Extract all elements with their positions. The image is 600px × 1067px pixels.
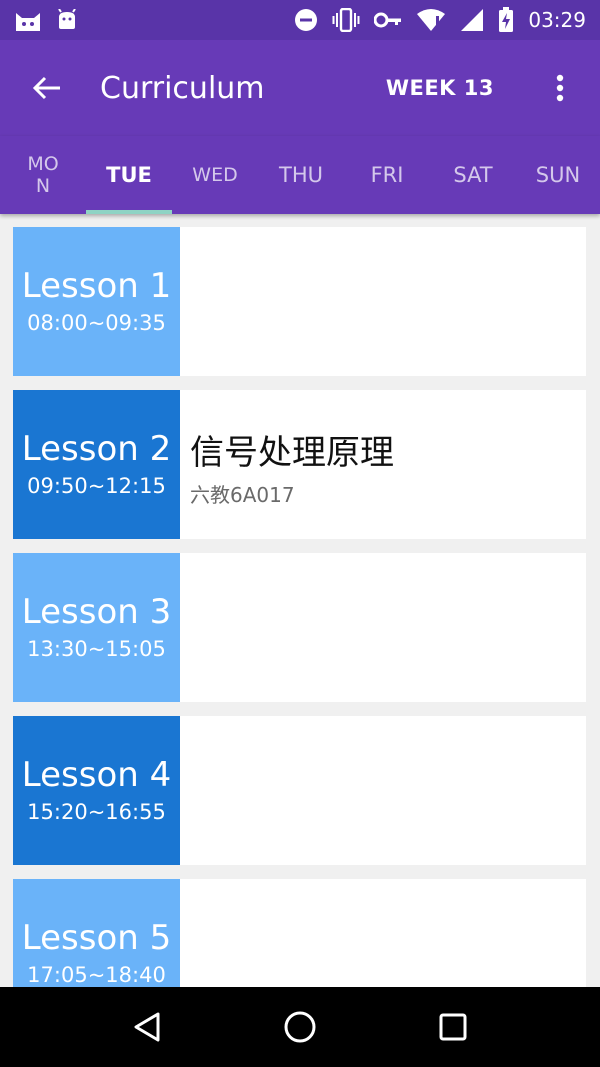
do-not-disturb-icon bbox=[294, 8, 318, 32]
day-tabs: MON TUE WED THU FRI SAT SUN bbox=[0, 136, 600, 214]
lesson-time: 15:20~16:55 bbox=[27, 799, 166, 824]
nav-recents-square-icon bbox=[439, 1013, 467, 1041]
lesson-card-3[interactable]: Lesson 3 13:30~15:05 bbox=[13, 553, 586, 702]
page-title: Curriculum bbox=[100, 70, 265, 106]
back-button[interactable] bbox=[0, 40, 94, 136]
lesson-name: Lesson 4 bbox=[21, 754, 172, 795]
signal-icon bbox=[460, 8, 484, 32]
course-room: 六教6A017 bbox=[190, 483, 295, 507]
lesson-card-2[interactable]: Lesson 2 09:50~12:15 信号处理原理 六教6A017 bbox=[13, 390, 586, 539]
nav-recents-button[interactable] bbox=[423, 997, 483, 1057]
lesson-name: Lesson 5 bbox=[21, 917, 172, 958]
lesson-time: 13:30~15:05 bbox=[27, 636, 166, 661]
lesson-header: Lesson 4 15:20~16:55 bbox=[13, 716, 180, 865]
lesson-body[interactable] bbox=[180, 879, 586, 987]
tab-mon[interactable]: MON bbox=[0, 136, 86, 214]
lesson-header: Lesson 3 13:30~15:05 bbox=[13, 553, 180, 702]
lesson-card-4[interactable]: Lesson 4 15:20~16:55 bbox=[13, 716, 586, 865]
vibrate-icon bbox=[332, 8, 360, 32]
tab-tue[interactable]: TUE bbox=[86, 136, 172, 214]
arrow-back-icon bbox=[32, 76, 60, 100]
lesson-body[interactable]: 信号处理原理 六教6A017 bbox=[180, 390, 586, 539]
more-options-button[interactable] bbox=[540, 40, 580, 136]
system-nav-bar bbox=[0, 987, 600, 1067]
status-bar: 03:29 bbox=[0, 0, 600, 40]
lesson-body[interactable] bbox=[180, 553, 586, 702]
lesson-card-1[interactable]: Lesson 1 08:00~09:35 bbox=[13, 227, 586, 376]
week-label[interactable]: WEEK 13 bbox=[386, 76, 494, 100]
tab-wed[interactable]: WED bbox=[172, 136, 258, 214]
tab-sat[interactable]: SAT bbox=[430, 136, 516, 214]
lesson-name: Lesson 1 bbox=[21, 265, 172, 306]
status-time: 03:29 bbox=[528, 8, 586, 32]
lesson-header: Lesson 1 08:00~09:35 bbox=[13, 227, 180, 376]
key-icon bbox=[374, 10, 402, 30]
tab-thu[interactable]: THU bbox=[258, 136, 344, 214]
lesson-header: Lesson 5 17:05~18:40 bbox=[13, 879, 180, 987]
app-bar: Curriculum WEEK 13 bbox=[0, 40, 600, 136]
tab-fri[interactable]: FRI bbox=[344, 136, 430, 214]
battery-charging-icon bbox=[498, 7, 514, 33]
course-name: 信号处理原理 bbox=[190, 433, 394, 473]
lesson-time: 17:05~18:40 bbox=[27, 962, 166, 987]
nav-home-button[interactable] bbox=[270, 997, 330, 1057]
lesson-name: Lesson 3 bbox=[21, 591, 172, 632]
tab-label: SAT bbox=[453, 163, 493, 187]
lesson-header: Lesson 2 09:50~12:15 bbox=[13, 390, 180, 539]
tab-label: MON bbox=[27, 153, 59, 197]
tab-label: FRI bbox=[370, 163, 404, 187]
tab-label: SUN bbox=[535, 163, 581, 187]
lesson-list[interactable]: Lesson 1 08:00~09:35 Lesson 2 09:50~12:1… bbox=[0, 214, 600, 987]
lesson-time: 08:00~09:35 bbox=[27, 310, 166, 335]
tab-label: THU bbox=[279, 163, 323, 187]
lesson-name: Lesson 2 bbox=[21, 428, 172, 469]
nav-back-triangle-icon bbox=[134, 1012, 160, 1042]
lesson-body[interactable] bbox=[180, 716, 586, 865]
nav-home-circle-icon bbox=[284, 1011, 316, 1043]
tab-label: WED bbox=[192, 164, 238, 186]
android-icon bbox=[56, 9, 78, 31]
nav-back-button[interactable] bbox=[117, 997, 177, 1057]
tab-sun[interactable]: SUN bbox=[516, 136, 600, 214]
lesson-time: 09:50~12:15 bbox=[27, 473, 166, 498]
tab-label: TUE bbox=[106, 163, 152, 187]
cat-icon bbox=[14, 9, 42, 31]
more-vert-icon bbox=[556, 74, 564, 102]
lesson-body[interactable] bbox=[180, 227, 586, 376]
lesson-card-5[interactable]: Lesson 5 17:05~18:40 bbox=[13, 879, 586, 987]
wifi-icon bbox=[416, 8, 446, 32]
